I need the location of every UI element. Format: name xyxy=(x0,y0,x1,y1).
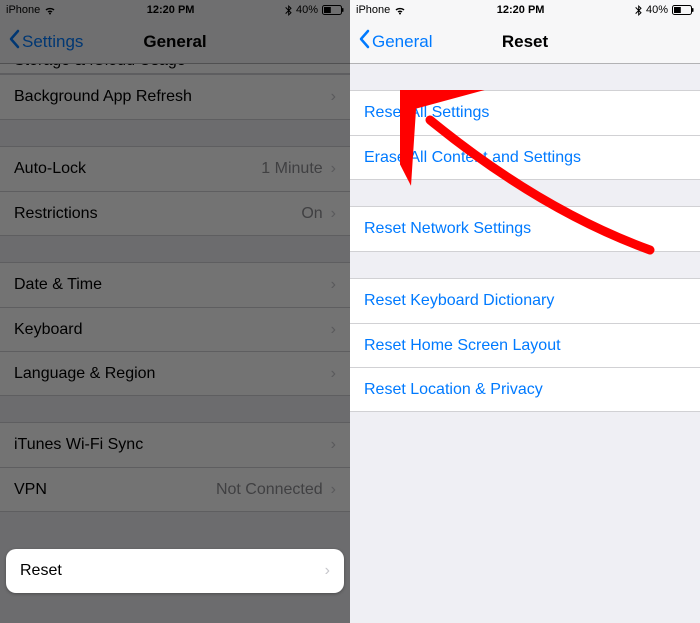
cell-label: Erase All Content and Settings xyxy=(364,149,581,167)
general-settings-pane: iPhone 12:20 PM 40% Settings General xyxy=(0,0,350,623)
cell-label: Keyboard xyxy=(14,321,83,339)
carrier-label: iPhone xyxy=(356,4,390,16)
group-reset-3: Reset Keyboard Dictionary Reset Home Scr… xyxy=(350,278,700,412)
battery-percent: 40% xyxy=(296,4,318,16)
bluetooth-icon xyxy=(285,5,292,16)
cell-label: Language & Region xyxy=(14,365,155,383)
chevron-right-icon: › xyxy=(331,321,336,339)
reset-list: Reset All Settings Erase All Content and… xyxy=(350,64,700,412)
cell-value: Not Connected xyxy=(216,481,323,499)
cell-label: Reset Location & Privacy xyxy=(364,381,543,399)
back-label: General xyxy=(372,32,432,52)
carrier-label: iPhone xyxy=(6,4,40,16)
group-reset-2: Reset Network Settings xyxy=(350,206,700,252)
cell-label: Storage & iCloud Usage xyxy=(14,64,186,70)
wifi-icon xyxy=(394,6,406,15)
chevron-right-icon: › xyxy=(331,365,336,383)
chevron-left-icon xyxy=(8,29,20,54)
row-reset-network-settings[interactable]: Reset Network Settings xyxy=(350,207,700,251)
row-auto-lock[interactable]: Auto-Lock 1 Minute › xyxy=(0,147,350,191)
nav-bar: General Reset xyxy=(350,20,700,64)
cell-value: On xyxy=(301,205,322,223)
status-bar: iPhone 12:20 PM 40% xyxy=(0,0,350,20)
nav-bar: Settings General xyxy=(0,20,350,64)
cell-label: Reset Network Settings xyxy=(364,220,531,238)
battery-icon xyxy=(322,5,344,15)
wifi-icon xyxy=(44,6,56,15)
cell-label: Auto-Lock xyxy=(14,160,86,178)
cell-label: Date & Time xyxy=(14,276,102,294)
chevron-right-icon: › xyxy=(331,205,336,223)
cell-label: Reset All Settings xyxy=(364,104,489,122)
group-lock: Auto-Lock 1 Minute › Restrictions On › xyxy=(0,146,350,236)
status-bar: iPhone 12:20 PM 40% xyxy=(350,0,700,20)
back-label: Settings xyxy=(22,32,83,52)
row-reset-home-screen-layout[interactable]: Reset Home Screen Layout xyxy=(350,323,700,367)
cell-label: Reset Home Screen Layout xyxy=(364,337,561,355)
row-background-app-refresh[interactable]: Background App Refresh › xyxy=(0,75,350,119)
cell-label: iTunes Wi-Fi Sync xyxy=(14,436,143,454)
bluetooth-icon xyxy=(635,5,642,16)
chevron-right-icon: › xyxy=(331,436,336,454)
row-reset-all-settings[interactable]: Reset All Settings xyxy=(350,91,700,135)
chevron-right-icon: › xyxy=(331,160,336,178)
back-button-settings[interactable]: Settings xyxy=(8,29,83,54)
cell-label: VPN xyxy=(14,481,47,499)
chevron-right-icon: › xyxy=(325,562,330,580)
row-restrictions[interactable]: Restrictions On › xyxy=(0,191,350,235)
group-reset-1: Reset All Settings Erase All Content and… xyxy=(350,90,700,180)
group-background: Background App Refresh › xyxy=(0,74,350,120)
row-erase-all-content[interactable]: Erase All Content and Settings xyxy=(350,135,700,179)
chevron-right-icon: › xyxy=(331,276,336,294)
reset-pane: iPhone 12:20 PM 40% General Reset xyxy=(350,0,700,623)
cell-value: 1 Minute xyxy=(261,160,322,178)
chevron-left-icon xyxy=(358,29,370,54)
chevron-right-icon: › xyxy=(331,481,336,499)
row-language-region[interactable]: Language & Region › xyxy=(0,351,350,395)
row-reset-highlight[interactable]: Reset › xyxy=(6,549,344,593)
cell-label: Reset xyxy=(20,562,62,580)
row-reset-keyboard-dictionary[interactable]: Reset Keyboard Dictionary xyxy=(350,279,700,323)
cell-label: Background App Refresh xyxy=(14,88,192,106)
back-button-general[interactable]: General xyxy=(358,29,432,54)
battery-percent: 40% xyxy=(646,4,668,16)
clock-label: 12:20 PM xyxy=(147,4,195,16)
row-date-time[interactable]: Date & Time › xyxy=(0,263,350,307)
clock-label: 12:20 PM xyxy=(497,4,545,16)
group-region: Date & Time › Keyboard › Language & Regi… xyxy=(0,262,350,396)
row-storage-icloud[interactable]: Storage & iCloud Usage xyxy=(0,64,350,74)
row-itunes-wifi-sync[interactable]: iTunes Wi-Fi Sync › xyxy=(0,423,350,467)
cell-label: Restrictions xyxy=(14,205,98,223)
row-keyboard[interactable]: Keyboard › xyxy=(0,307,350,351)
group-sync: iTunes Wi-Fi Sync › VPN Not Connected › xyxy=(0,422,350,512)
row-vpn[interactable]: VPN Not Connected › xyxy=(0,467,350,511)
row-reset-location-privacy[interactable]: Reset Location & Privacy xyxy=(350,367,700,411)
cell-label: Reset Keyboard Dictionary xyxy=(364,292,554,310)
chevron-right-icon: › xyxy=(331,88,336,106)
battery-icon xyxy=(672,5,694,15)
settings-list: Storage & iCloud Usage Background App Re… xyxy=(0,64,350,512)
